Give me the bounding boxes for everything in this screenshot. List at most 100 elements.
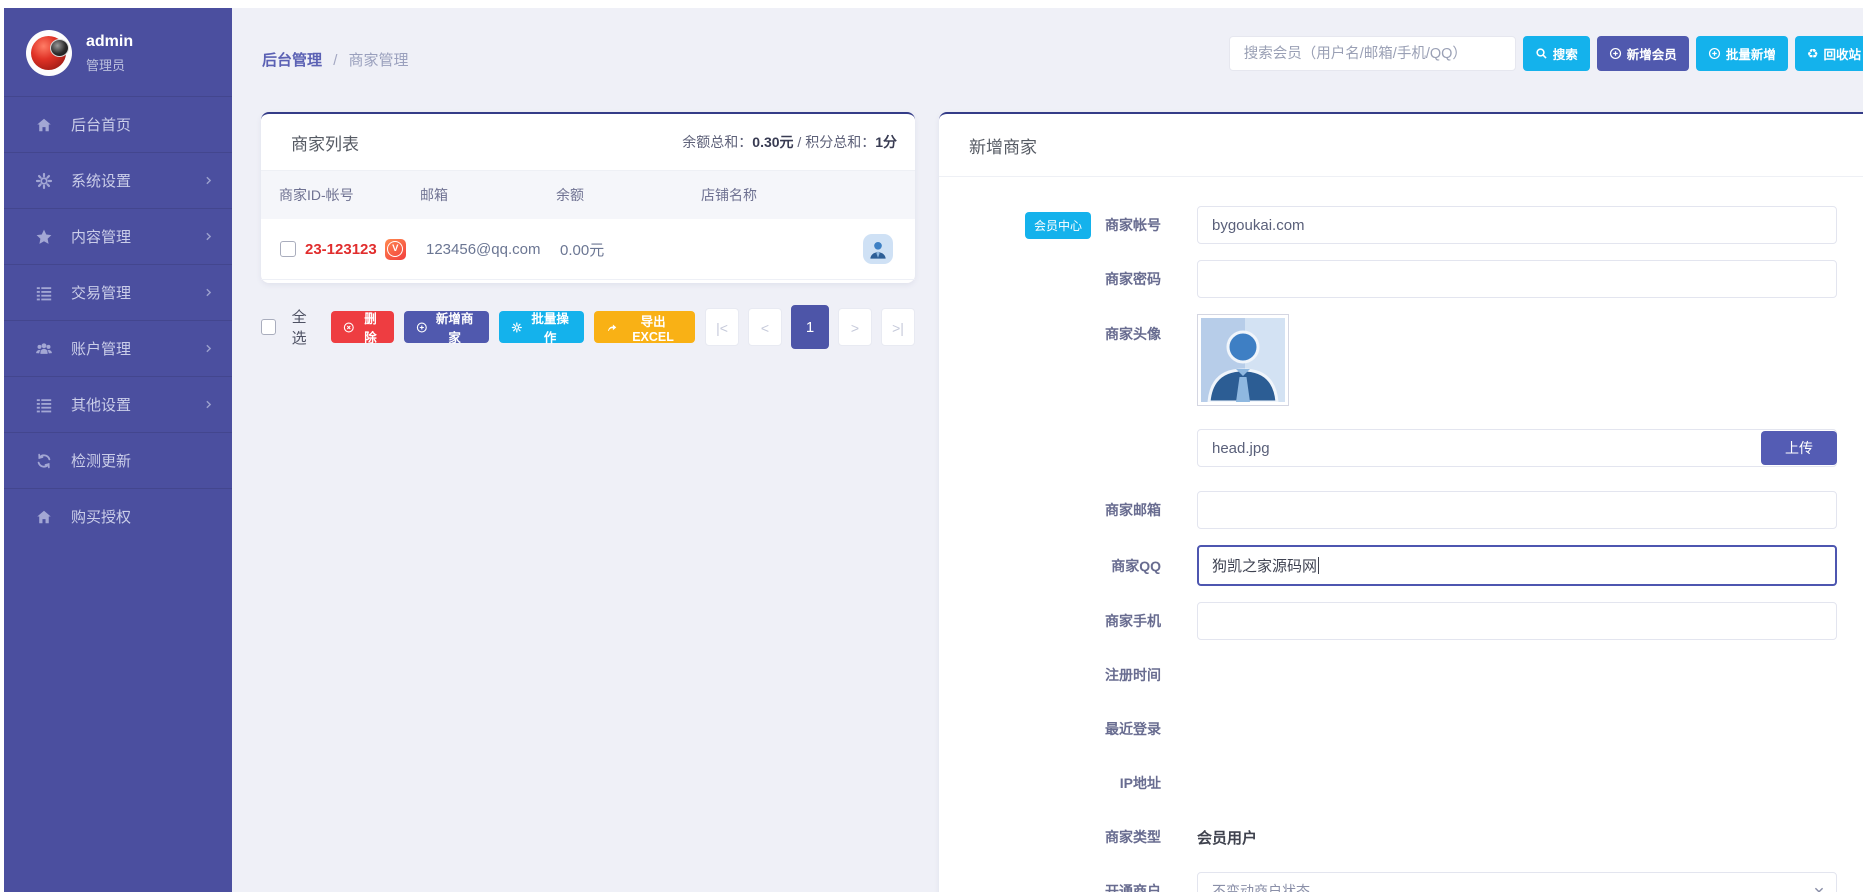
merchant-id-link[interactable]: 23-123123 bbox=[305, 241, 377, 258]
times-circle-icon bbox=[343, 321, 355, 334]
merchant-password-input[interactable] bbox=[1197, 260, 1837, 298]
sidebar-item-label: 内容管理 bbox=[71, 226, 203, 247]
user-block: admin 管理员 bbox=[4, 8, 232, 96]
sidebar-item-home[interactable]: 后台首页 bbox=[4, 96, 232, 152]
sidebar-item-buy-license[interactable]: 购买授权 bbox=[4, 488, 232, 544]
balance-total-label: 余额总和： bbox=[682, 134, 752, 150]
home-icon bbox=[34, 115, 54, 135]
breadcrumb-current: 商家管理 bbox=[349, 52, 409, 69]
merchant-phone-input[interactable] bbox=[1197, 602, 1837, 640]
reg-time-label: 注册时间 bbox=[1105, 665, 1161, 685]
merchant-list-title: 商家列表 bbox=[291, 130, 359, 155]
pagination-last[interactable]: >| bbox=[881, 308, 915, 346]
batch-add-button-label: 批量新增 bbox=[1726, 44, 1776, 63]
breadcrumb-separator: / bbox=[333, 52, 337, 69]
breadcrumb: 后台管理 / 商家管理 bbox=[262, 49, 409, 70]
chevron-right-icon bbox=[203, 343, 214, 354]
row-checkbox[interactable] bbox=[280, 241, 296, 257]
add-merchant-card: 新增商家 会员中心 商家帐号 商家密码 bbox=[939, 112, 1863, 892]
delete-button-label: 删除 bbox=[359, 308, 381, 346]
gear-icon bbox=[511, 321, 523, 334]
gear-icon bbox=[34, 171, 54, 191]
sidebar-item-trade[interactable]: 交易管理 bbox=[4, 264, 232, 320]
type-label: 商家类型 bbox=[1105, 827, 1161, 847]
add-merchant-title: 新增商家 bbox=[969, 133, 1037, 158]
chevron-right-icon bbox=[203, 399, 214, 410]
search-button[interactable]: 搜索 bbox=[1523, 36, 1590, 71]
sidebar-item-other-settings[interactable]: 其他设置 bbox=[4, 376, 232, 432]
plus-circle-icon bbox=[1609, 47, 1622, 60]
sidebar-item-label: 账户管理 bbox=[71, 338, 203, 359]
merchant-list-header: 商家列表 余额总和：0.30元 / 积分总和：1分 bbox=[261, 114, 915, 171]
select-all-checkbox[interactable] bbox=[261, 319, 276, 335]
recycle-bin-button-label: 回收站 bbox=[1823, 44, 1861, 63]
select-all-label: 全选 bbox=[292, 306, 319, 348]
account-label: 商家帐号 bbox=[1105, 215, 1161, 235]
sidebar-item-accounts[interactable]: 账户管理 bbox=[4, 320, 232, 376]
table-row[interactable]: 23-123123 V 123456@qq.com 0.00元 bbox=[261, 219, 915, 280]
merchant-type-value: 会员用户 bbox=[1197, 830, 1257, 847]
batch-action-button[interactable]: 批量操作 bbox=[499, 311, 584, 343]
open-merchant-select[interactable]: 不变动商户状态 bbox=[1197, 872, 1837, 892]
sidebar-item-label: 交易管理 bbox=[71, 282, 203, 303]
breadcrumb-parent[interactable]: 后台管理 bbox=[262, 52, 322, 69]
ip-label: IP地址 bbox=[1120, 773, 1161, 793]
sidebar-item-content[interactable]: 内容管理 bbox=[4, 208, 232, 264]
member-search-bar: 搜索 新增会员 批量新增 ♻ 回收站 bbox=[1229, 36, 1863, 71]
merchant-avatar-preview[interactable] bbox=[1197, 314, 1289, 406]
merchant-avatar[interactable] bbox=[863, 234, 893, 264]
merchant-email-input[interactable] bbox=[1197, 491, 1837, 529]
phone-row: 商家手机 bbox=[939, 602, 1837, 640]
merchant-list-card: 商家列表 余额总和：0.30元 / 积分总和：1分 商家ID-帐号 邮箱 余额 … bbox=[261, 112, 915, 283]
add-merchant-header: 新增商家 bbox=[939, 114, 1863, 177]
list-icon bbox=[34, 395, 54, 415]
pagination-first[interactable]: |< bbox=[705, 308, 739, 346]
open-merchant-label: 开通商户 bbox=[1105, 881, 1161, 892]
sidebar-item-check-update[interactable]: 检测更新 bbox=[4, 432, 232, 488]
recycle-bin-button[interactable]: ♻ 回收站 bbox=[1795, 36, 1863, 71]
add-member-button[interactable]: 新增会员 bbox=[1597, 36, 1689, 71]
pagination-page-1[interactable]: 1 bbox=[791, 305, 829, 349]
merchant-qq-input[interactable]: 狗凯之家源码网 bbox=[1197, 545, 1837, 586]
sidebar-item-label: 系统设置 bbox=[71, 170, 203, 191]
qq-row: 商家QQ 狗凯之家源码网 bbox=[939, 545, 1837, 586]
last-login-row: 最近登录 bbox=[939, 710, 1837, 748]
avatar-filename-input[interactable] bbox=[1197, 429, 1837, 467]
sidebar-menu: 后台首页 系统设置 内容管理 bbox=[4, 96, 232, 544]
delete-button[interactable]: 删除 bbox=[331, 311, 394, 343]
email-row: 商家邮箱 bbox=[939, 491, 1837, 529]
summary-separator: / bbox=[794, 134, 806, 150]
sidebar-item-label: 其他设置 bbox=[71, 394, 203, 415]
chevron-right-icon bbox=[203, 231, 214, 242]
totals-summary: 余额总和：0.30元 / 积分总和：1分 bbox=[682, 132, 897, 152]
upload-button[interactable]: 上传 bbox=[1761, 431, 1837, 465]
search-button-label: 搜索 bbox=[1553, 44, 1578, 63]
chevron-right-icon bbox=[203, 287, 214, 298]
sidebar: admin 管理员 后台首页 系统设置 bbox=[4, 8, 232, 892]
search-input[interactable] bbox=[1229, 36, 1516, 71]
avatar-row: 商家头像 bbox=[939, 314, 1837, 467]
export-excel-button[interactable]: 导出EXCEL bbox=[594, 311, 695, 343]
column-header-email: 邮箱 bbox=[420, 171, 448, 219]
email-label: 商家邮箱 bbox=[1105, 500, 1161, 520]
search-icon bbox=[1535, 47, 1548, 60]
sidebar-item-system-settings[interactable]: 系统设置 bbox=[4, 152, 232, 208]
user-name: admin bbox=[86, 32, 133, 53]
pagination-prev[interactable]: < bbox=[748, 308, 782, 346]
password-label: 商家密码 bbox=[1105, 269, 1161, 289]
main-content: 后台管理 / 商家管理 搜索 新增会员 批量新增 bbox=[232, 8, 1863, 892]
chevron-right-icon bbox=[203, 175, 214, 186]
sidebar-item-label: 购买授权 bbox=[71, 506, 214, 527]
add-merchant-button[interactable]: 新增商家 bbox=[404, 311, 489, 343]
add-merchant-button-label: 新增商家 bbox=[432, 308, 477, 346]
refresh-icon bbox=[34, 451, 54, 471]
member-center-badge[interactable]: 会员中心 bbox=[1025, 212, 1091, 239]
verified-badge-icon: V bbox=[385, 239, 406, 260]
batch-add-button[interactable]: 批量新增 bbox=[1696, 36, 1788, 71]
avatar-label: 商家头像 bbox=[1105, 324, 1161, 344]
ip-row: IP地址 bbox=[939, 764, 1837, 802]
pagination-next[interactable]: > bbox=[838, 308, 872, 346]
export-excel-button-label: 导出EXCEL bbox=[623, 311, 683, 344]
merchant-account-input[interactable] bbox=[1197, 206, 1837, 244]
sidebar-item-label: 后台首页 bbox=[71, 114, 214, 135]
